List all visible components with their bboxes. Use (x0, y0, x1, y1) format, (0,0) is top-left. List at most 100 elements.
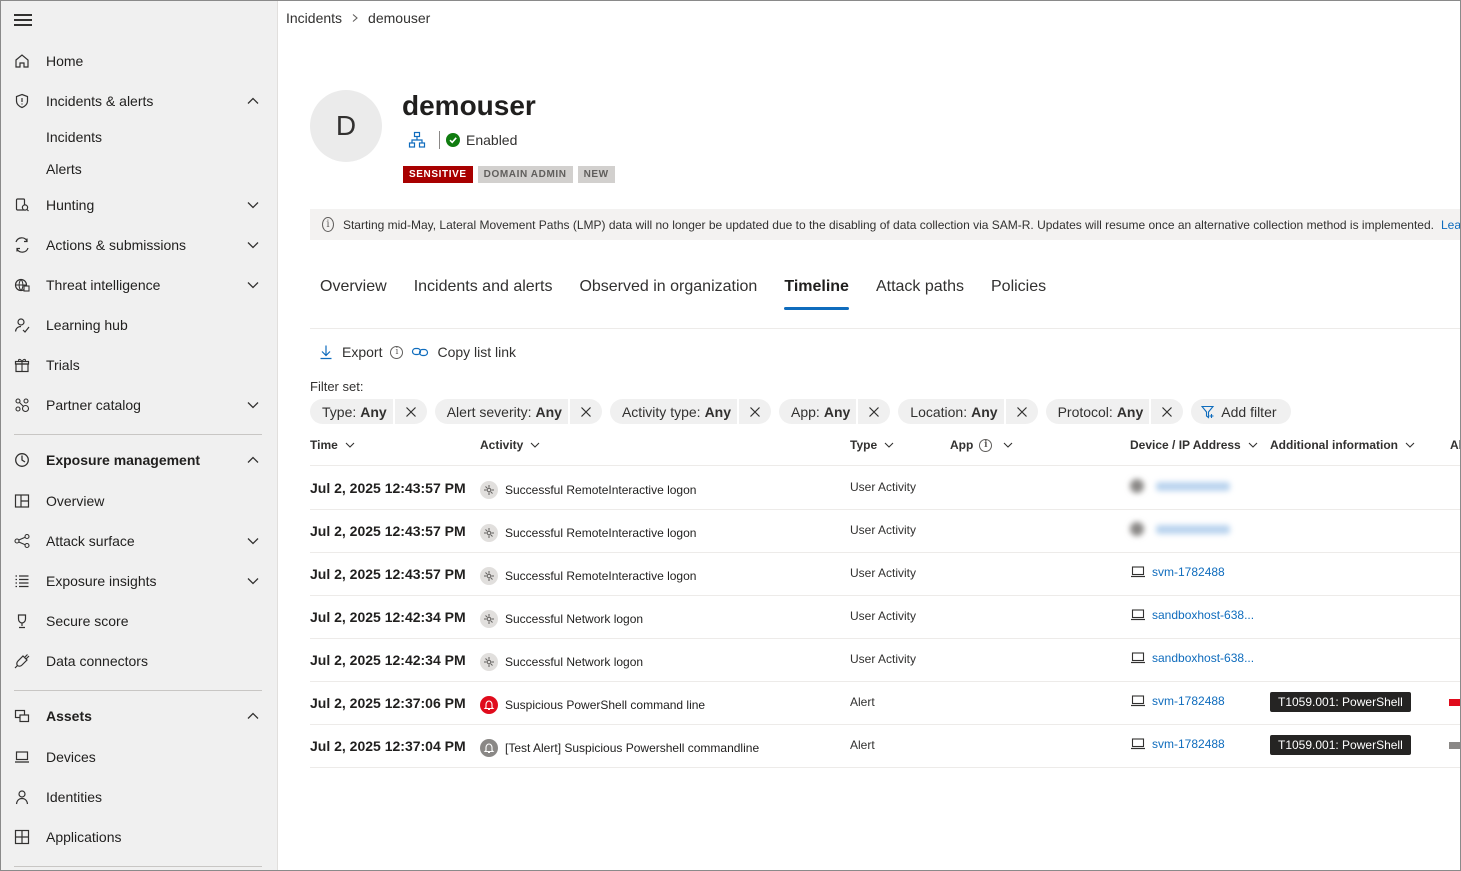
row-activity-text: Successful Network logon (505, 612, 644, 626)
row-device-link[interactable]: svm-1782488 (1130, 694, 1225, 708)
remove-filter-button[interactable] (737, 399, 771, 424)
nav-actions-submissions[interactable]: Actions & submissions (0, 228, 278, 262)
nav-learning-hub[interactable]: Learning hub (0, 308, 278, 342)
app-info-icon[interactable]: i (979, 438, 993, 452)
chevron-down-icon[interactable] (246, 398, 260, 412)
filter-chip-activity-type[interactable]: Activity type: Any (609, 399, 772, 424)
remove-filter-button[interactable] (567, 399, 602, 424)
chevron-down-icon[interactable] (246, 278, 260, 292)
chevron-up-icon[interactable] (246, 94, 260, 108)
nav-applications[interactable]: Applications (0, 820, 278, 854)
nav-incidents-alerts[interactable]: Incidents & alerts (0, 84, 278, 118)
tab-policies[interactable]: Policies (991, 278, 1046, 310)
row-activity: Successful Network logon (480, 653, 643, 671)
tab-attack-paths[interactable]: Attack paths (876, 278, 964, 310)
remove-filter-button[interactable] (856, 399, 890, 424)
nav-exposure-insights[interactable]: Exposure insights (0, 564, 278, 598)
tab-overview[interactable]: Overview (320, 278, 387, 310)
nav-home[interactable]: Home (0, 44, 278, 78)
filter-chip-alert-severity[interactable]: Alert severity: Any (434, 399, 602, 424)
chevron-down-icon[interactable] (246, 534, 260, 548)
laptop-icon (1131, 738, 1145, 750)
nav-divider (14, 866, 262, 867)
column-header-additional-info[interactable]: Additional information (1270, 437, 1416, 453)
column-time-label: Time (310, 438, 338, 452)
column-header-truncated[interactable]: Al (1450, 437, 1461, 453)
tab-observed-in-organization[interactable]: Observed in organization (579, 278, 757, 310)
chevron-up-icon[interactable] (246, 453, 260, 467)
filter-chips: Type: Any Alert severity: Any Activity typ… (310, 399, 1291, 424)
table-row[interactable]: Jul 2, 2025 12:42:34 PM Successful Netwo… (310, 639, 1461, 682)
column-extra-label: Al (1450, 438, 1461, 452)
table-row[interactable]: Jul 2, 2025 12:43:57 PM Successful Remot… (310, 467, 1461, 510)
chevron-down-icon[interactable] (246, 574, 260, 588)
nav-identities-label: Identities (46, 789, 103, 805)
row-device-link[interactable]: svm-1782488 (1130, 565, 1225, 579)
column-header-app[interactable]: App i (950, 437, 1014, 453)
row-activity-text: Successful RemoteInteractive logon (505, 483, 697, 497)
nav-secure-score[interactable]: Secure score (0, 604, 278, 638)
table-row[interactable]: Jul 2, 2025 12:37:06 PM Suspicious Power… (310, 682, 1461, 725)
filter-chip-protocol[interactable]: Protocol: Any (1045, 399, 1184, 424)
filter-name: Activity type: (621, 403, 701, 420)
filter-chip-app[interactable]: App: Any (779, 399, 891, 424)
breadcrumb: Incidents demouser (286, 10, 430, 26)
chevron-down-icon[interactable] (246, 198, 260, 212)
nav-identities[interactable]: Identities (0, 780, 278, 814)
table-row[interactable]: Jul 2, 2025 12:42:34 PM Successful Netwo… (310, 596, 1461, 639)
hamburger-menu-icon[interactable] (14, 14, 32, 28)
row-device-link[interactable]: sandboxhost-638... (1130, 608, 1254, 622)
banner-learn-more-link[interactable]: Lea (1441, 218, 1461, 232)
nav-hunting[interactable]: Hunting (0, 188, 278, 222)
close-icon (581, 406, 591, 417)
nav-trials[interactable]: Trials (0, 348, 278, 382)
chevron-down-icon[interactable] (246, 238, 260, 252)
filter-value: Any (971, 403, 998, 420)
tab-bar: Overview Incidents and alerts Observed i… (320, 278, 1073, 310)
chevron-down-icon (1003, 442, 1013, 448)
row-activity-text: Successful RemoteInteractive logon (505, 569, 697, 583)
filter-name: Alert severity: (446, 403, 532, 420)
filter-chip-type[interactable]: Type: Any (310, 399, 427, 424)
copy-list-link-button[interactable]: Copy list link (411, 344, 516, 360)
chevron-up-icon[interactable] (246, 709, 260, 723)
column-header-activity[interactable]: Activity (480, 437, 541, 453)
breadcrumb-incidents-link[interactable]: Incidents (286, 10, 342, 26)
table-row[interactable]: Jul 2, 2025 12:37:04 PM [Test Alert] Sus… (310, 725, 1461, 768)
remove-filter-button[interactable] (1003, 399, 1038, 424)
row-device-link[interactable]: svm-1782488 (1130, 737, 1225, 751)
remove-filter-button[interactable] (1149, 399, 1183, 424)
nav-attack-surface[interactable]: Attack surface (0, 524, 278, 558)
actions-icon (13, 236, 31, 254)
nav-data-connectors-label: Data connectors (46, 653, 148, 669)
table-row[interactable]: Jul 2, 2025 12:43:57 PM Successful Remot… (310, 510, 1461, 553)
table-row[interactable]: Jul 2, 2025 12:43:57 PM Successful Remot… (310, 553, 1461, 596)
tab-timeline[interactable]: Timeline (784, 278, 849, 310)
nav-partner-catalog[interactable]: Partner catalog (0, 388, 278, 422)
nav-exposure-management[interactable]: Exposure management (0, 443, 278, 477)
connector-icon (13, 652, 31, 670)
org-hierarchy-icon[interactable] (408, 131, 426, 149)
nav-devices[interactable]: Devices (0, 740, 278, 774)
row-device-redacted (1130, 522, 1230, 536)
nav-threat-intelligence[interactable]: Threat intelligence (0, 268, 278, 302)
export-info-icon[interactable]: i (390, 345, 404, 359)
trials-icon (13, 356, 31, 374)
remove-filter-button[interactable] (392, 399, 427, 424)
nav-data-connectors[interactable]: Data connectors (0, 644, 278, 678)
filter-chip-location[interactable]: Location: Any (898, 399, 1038, 424)
page-title: demouser (402, 90, 536, 121)
filter-value: Any (704, 403, 732, 420)
mitre-technique-tag: T1059.001: PowerShell (1270, 692, 1411, 712)
export-button[interactable]: Export (318, 344, 382, 360)
nav-incidents[interactable]: Incidents (0, 120, 278, 154)
nav-assets[interactable]: Assets (0, 699, 278, 733)
add-filter-button[interactable]: Add filter (1191, 399, 1291, 424)
column-header-time[interactable]: Time (310, 437, 356, 453)
column-header-type[interactable]: Type (850, 437, 895, 453)
nav-overview[interactable]: Overview (0, 484, 278, 518)
nav-alerts[interactable]: Alerts (0, 152, 278, 186)
row-device-link[interactable]: sandboxhost-638... (1130, 651, 1254, 665)
column-header-device[interactable]: Device / IP Address (1130, 437, 1259, 453)
tab-incidents-and-alerts[interactable]: Incidents and alerts (414, 278, 553, 310)
